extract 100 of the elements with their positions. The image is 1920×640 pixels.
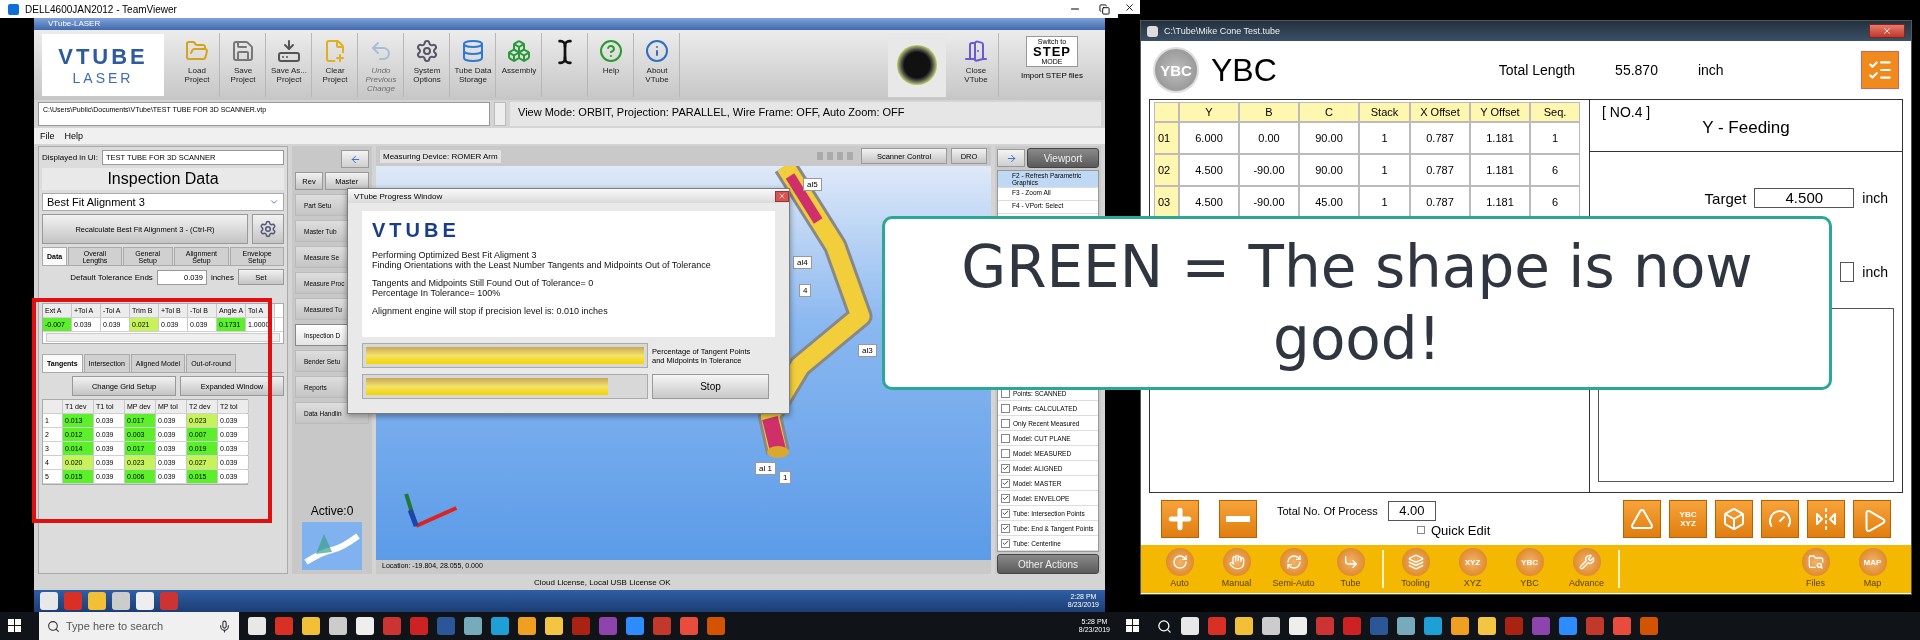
close-button[interactable]: Close VTube	[954, 33, 999, 97]
app-icon[interactable]	[572, 617, 590, 635]
app-icon[interactable]	[599, 617, 617, 635]
bend-button[interactable]	[1623, 500, 1661, 538]
app-icon[interactable]	[64, 592, 82, 610]
app-icon[interactable]	[1532, 617, 1550, 635]
search-field[interactable]: Type here to search	[39, 612, 239, 640]
mirror-button[interactable]	[1807, 500, 1845, 538]
app-icon[interactable]	[437, 617, 455, 635]
app-icon[interactable]	[1316, 617, 1334, 635]
app-icon[interactable]	[248, 617, 266, 635]
restore-icon[interactable]	[1099, 3, 1110, 15]
checkbox[interactable]	[1001, 508, 1010, 518]
app-icon[interactable]	[1586, 617, 1604, 635]
toolbar-button[interactable]: Save Project	[221, 33, 266, 97]
app-icon[interactable]	[40, 592, 58, 610]
remove-button[interactable]	[1219, 500, 1257, 538]
checkbox[interactable]	[1001, 433, 1010, 443]
app-icon[interactable]	[383, 617, 401, 635]
app-icon[interactable]	[1370, 617, 1388, 635]
alignment-dropdown[interactable]: Best Fit Alignment 3	[42, 193, 284, 211]
app-icon[interactable]	[160, 592, 178, 610]
checklist-menu-button[interactable]	[1861, 51, 1899, 89]
toolbar-button[interactable]: Clear Project	[313, 33, 358, 97]
app-icon[interactable]	[112, 592, 130, 610]
checkbox[interactable]	[1417, 526, 1425, 534]
checkbox[interactable]	[1001, 463, 1010, 473]
close-icon	[778, 192, 786, 200]
toolbar-button[interactable]: Tube Data Storage	[451, 33, 496, 97]
toolbar-button[interactable]: About VTube	[635, 33, 680, 97]
toolbar-button[interactable]: System Options	[405, 33, 450, 97]
app-icon[interactable]	[88, 592, 106, 610]
add-button[interactable]	[1161, 500, 1199, 538]
forward-button[interactable]	[997, 149, 1025, 167]
back-button[interactable]	[341, 150, 369, 168]
app-icon[interactable]	[680, 617, 698, 635]
app-icon[interactable]	[1478, 617, 1496, 635]
app-icon[interactable]	[1235, 617, 1253, 635]
view-3d-button[interactable]	[1715, 500, 1753, 538]
other-actions-button[interactable]: Other Actions	[997, 554, 1099, 574]
app-icon[interactable]	[1640, 617, 1658, 635]
search-icon[interactable]	[1157, 618, 1172, 634]
nav-button[interactable]: Manual	[1208, 546, 1265, 592]
close-button[interactable]	[775, 190, 789, 202]
app-icon[interactable]	[1424, 617, 1442, 635]
checkbox[interactable]	[1001, 493, 1010, 503]
checkbox[interactable]	[1001, 448, 1010, 458]
toolbar-button[interactable]: Help	[589, 33, 634, 97]
scrollbar[interactable]	[46, 333, 280, 342]
nav-button[interactable]: Files	[1787, 546, 1844, 592]
value-field[interactable]	[1840, 262, 1855, 282]
app-icon[interactable]	[1343, 617, 1361, 635]
nav-button[interactable]: Tooling	[1387, 546, 1444, 592]
app-icon[interactable]	[1397, 617, 1415, 635]
app-icon[interactable]	[1262, 617, 1280, 635]
checkbox[interactable]	[1001, 403, 1010, 413]
app-icon[interactable]	[1451, 617, 1469, 635]
stop-button[interactable]: Stop	[652, 374, 769, 399]
app-icon[interactable]	[302, 617, 320, 635]
app-icon[interactable]	[275, 617, 293, 635]
toolbar-button[interactable]: Load Project	[175, 33, 220, 97]
nav-button[interactable]: Semi-Auto	[1265, 546, 1322, 592]
app-icon[interactable]	[545, 617, 563, 635]
process-count-field[interactable]: 4.00	[1387, 500, 1436, 521]
app-icon[interactable]	[1613, 617, 1631, 635]
app-icon[interactable]	[410, 617, 428, 635]
app-icon[interactable]	[329, 617, 347, 635]
nav-button[interactable]: YBC YBC	[1501, 546, 1558, 592]
viewport-tab[interactable]: Viewport	[1027, 148, 1099, 168]
app-icon[interactable]	[1181, 617, 1199, 635]
app-icon[interactable]	[518, 617, 536, 635]
app-icon[interactable]	[1559, 617, 1577, 635]
app-icon[interactable]	[1208, 617, 1226, 635]
checkbox[interactable]	[1001, 538, 1010, 548]
menu-item[interactable]: File	[40, 131, 55, 141]
scrollbar[interactable]	[494, 102, 506, 126]
app-icon[interactable]	[1289, 617, 1307, 635]
settings-button[interactable]	[252, 214, 284, 244]
checkbox[interactable]	[1001, 523, 1010, 533]
menu-item[interactable]: Help	[64, 131, 84, 141]
nav-button[interactable]: XYZ XYZ	[1444, 546, 1501, 592]
toolbar-button[interactable]: Save As... Project	[267, 33, 312, 97]
target-field[interactable]: 4.500	[1754, 188, 1855, 208]
app-icon[interactable]	[491, 617, 509, 635]
toolbar-button[interactable]: Assembly	[497, 33, 542, 97]
app-icon[interactable]	[136, 592, 154, 610]
nav-button[interactable]: Advance	[1558, 546, 1615, 592]
checkbox[interactable]	[1001, 478, 1010, 488]
app-icon[interactable]	[653, 617, 671, 635]
app-icon[interactable]	[464, 617, 482, 635]
close-button[interactable]	[1118, 0, 1140, 14]
nav-button[interactable]: Auto	[1151, 546, 1208, 592]
nav-button[interactable]: MAP Map	[1844, 546, 1901, 592]
gauge-button[interactable]	[1761, 500, 1799, 538]
app-icon[interactable]	[707, 617, 725, 635]
nav-button[interactable]: Tube	[1322, 546, 1379, 592]
checkbox[interactable]	[1001, 418, 1010, 428]
app-icon[interactable]	[626, 617, 644, 635]
app-icon[interactable]	[1505, 617, 1523, 635]
app-icon[interactable]	[356, 617, 374, 635]
